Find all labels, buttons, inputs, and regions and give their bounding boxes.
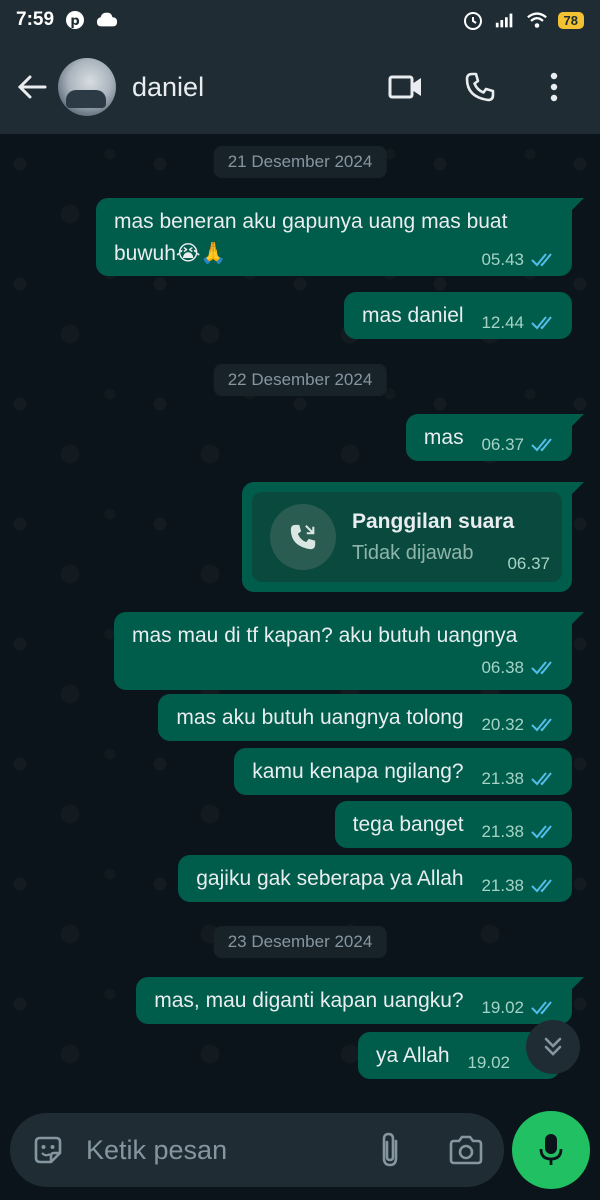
camera-icon — [449, 1135, 483, 1165]
chat-header: daniel — [0, 40, 600, 134]
cloud-icon — [96, 9, 118, 31]
message-time: 19.02 — [467, 1053, 510, 1072]
battery-indicator: 78 — [557, 11, 584, 29]
message-time: 12.44 — [481, 313, 524, 332]
message-time: 19.02 — [481, 998, 524, 1017]
message-meta: 06.37 — [481, 429, 558, 461]
message-time: 20.32 — [481, 715, 524, 734]
signal-icon — [494, 9, 516, 31]
message-text: kamu kenapa ngilang? — [252, 760, 464, 783]
wifi-icon — [526, 9, 548, 31]
back-button[interactable] — [12, 67, 52, 107]
read-ticks-icon — [531, 316, 552, 330]
message-text: buwuh😭🙏 — [114, 242, 227, 265]
voice-call-button[interactable] — [460, 67, 500, 107]
message-text: mas daniel — [362, 304, 464, 327]
message-bubble[interactable]: mas daniel 12.44 — [344, 292, 572, 339]
input-bar — [0, 1100, 600, 1200]
camera-button[interactable] — [446, 1130, 486, 1170]
message-text: tega banget — [352, 813, 464, 836]
message-time: 06.37 — [507, 554, 550, 573]
message-meta: 21.38 — [481, 763, 558, 795]
sticker-button[interactable] — [28, 1130, 68, 1170]
scroll-to-bottom-button[interactable] — [526, 1020, 580, 1074]
voice-message-button[interactable] — [512, 1111, 590, 1189]
more-options-button[interactable] — [534, 67, 574, 107]
double-chevron-down-icon — [544, 1037, 562, 1056]
phone-call-icon — [270, 504, 336, 570]
message-bubble[interactable]: kamu kenapa ngilang? 21.38 — [234, 748, 572, 795]
avatar[interactable] — [58, 58, 116, 116]
message-time: 05.43 — [481, 250, 524, 269]
message-meta: 21.38 — [481, 870, 558, 902]
message-time: 06.37 — [481, 435, 524, 454]
message-time: 21.38 — [481, 769, 524, 788]
missed-call-bubble[interactable]: Panggilan suara Tidak dijawab 06.37 — [242, 482, 584, 592]
message-text: mas mau di tf kapan? aku butuh uangnya — [132, 624, 518, 647]
message-bubble[interactable]: mas beneran aku gapunya uang mas buat bu… — [96, 198, 584, 276]
message-meta: 06.38 — [132, 652, 558, 684]
message-text: mas — [423, 426, 464, 449]
message-text: mas, mau diganti kapan uangku? — [154, 989, 464, 1012]
message-text: mas aku butuh uangnya tolong — [176, 706, 464, 729]
clock: 7:59 — [16, 9, 55, 30]
message-text: gajiku gak seberapa ya Allah — [196, 867, 464, 890]
message-bubble[interactable]: mas 06.37 — [405, 414, 585, 461]
read-ticks-icon — [531, 1001, 552, 1015]
message-time: 06.38 — [481, 658, 524, 677]
svg-text:p: p — [70, 14, 79, 29]
message-meta: 05.43 — [481, 244, 558, 276]
read-ticks-icon — [531, 718, 552, 732]
call-status: Tidak dijawab — [352, 541, 474, 564]
message-input[interactable] — [86, 1134, 356, 1166]
read-ticks-icon — [531, 825, 552, 839]
read-ticks-icon — [531, 438, 552, 452]
arrow-left-icon — [17, 75, 47, 99]
video-call-button[interactable] — [386, 67, 426, 107]
message-text: ya Allah — [376, 1044, 450, 1067]
read-ticks-icon — [531, 661, 552, 675]
date-divider: 23 Desember 2024 — [213, 926, 387, 958]
message-composer — [10, 1113, 505, 1187]
status-bar: 7:59 p 78 — [0, 0, 600, 40]
read-ticks-icon — [531, 253, 552, 267]
message-bubble[interactable]: mas aku butuh uangnya tolong 20.32 — [158, 694, 572, 741]
message-meta: 12.44 — [481, 307, 558, 339]
message-bubble[interactable]: mas, mau diganti kapan uangku? 19.02 — [136, 977, 584, 1024]
message-meta: 19.02 — [481, 992, 558, 1024]
attach-button[interactable] — [370, 1130, 410, 1170]
read-ticks-icon — [531, 772, 552, 786]
message-time: 21.38 — [481, 876, 524, 895]
message-bubble[interactable]: tega banget 21.38 — [334, 801, 572, 848]
message-text: mas beneran aku gapunya uang mas buat — [114, 210, 508, 233]
microphone-icon — [539, 1134, 563, 1165]
date-divider: 22 Desember 2024 — [213, 364, 387, 396]
message-meta: 20.32 — [481, 709, 558, 741]
alarm-icon — [462, 9, 484, 31]
pinterest-icon: p — [64, 9, 86, 31]
message-meta: 21.38 — [481, 816, 558, 848]
contact-name[interactable]: daniel — [132, 72, 204, 103]
paperclip-icon — [382, 1132, 398, 1167]
chat-area[interactable]: 21 Desember 2024 mas beneran aku gapunya… — [0, 134, 600, 1100]
sticker-icon — [34, 1136, 62, 1164]
phone-icon — [465, 72, 495, 102]
message-bubble[interactable]: gajiku gak seberapa ya Allah 21.38 — [178, 855, 572, 902]
call-title: Panggilan suara — [352, 509, 515, 533]
video-camera-icon — [388, 75, 421, 99]
message-meta: 19.02 — [467, 1047, 510, 1079]
message-bubble[interactable]: mas mau di tf kapan? aku butuh uangnya 0… — [114, 612, 584, 690]
kebab-menu-icon — [550, 72, 558, 102]
date-divider: 21 Desember 2024 — [213, 146, 387, 178]
message-time: 21.38 — [481, 822, 524, 841]
read-ticks-icon — [531, 879, 552, 893]
